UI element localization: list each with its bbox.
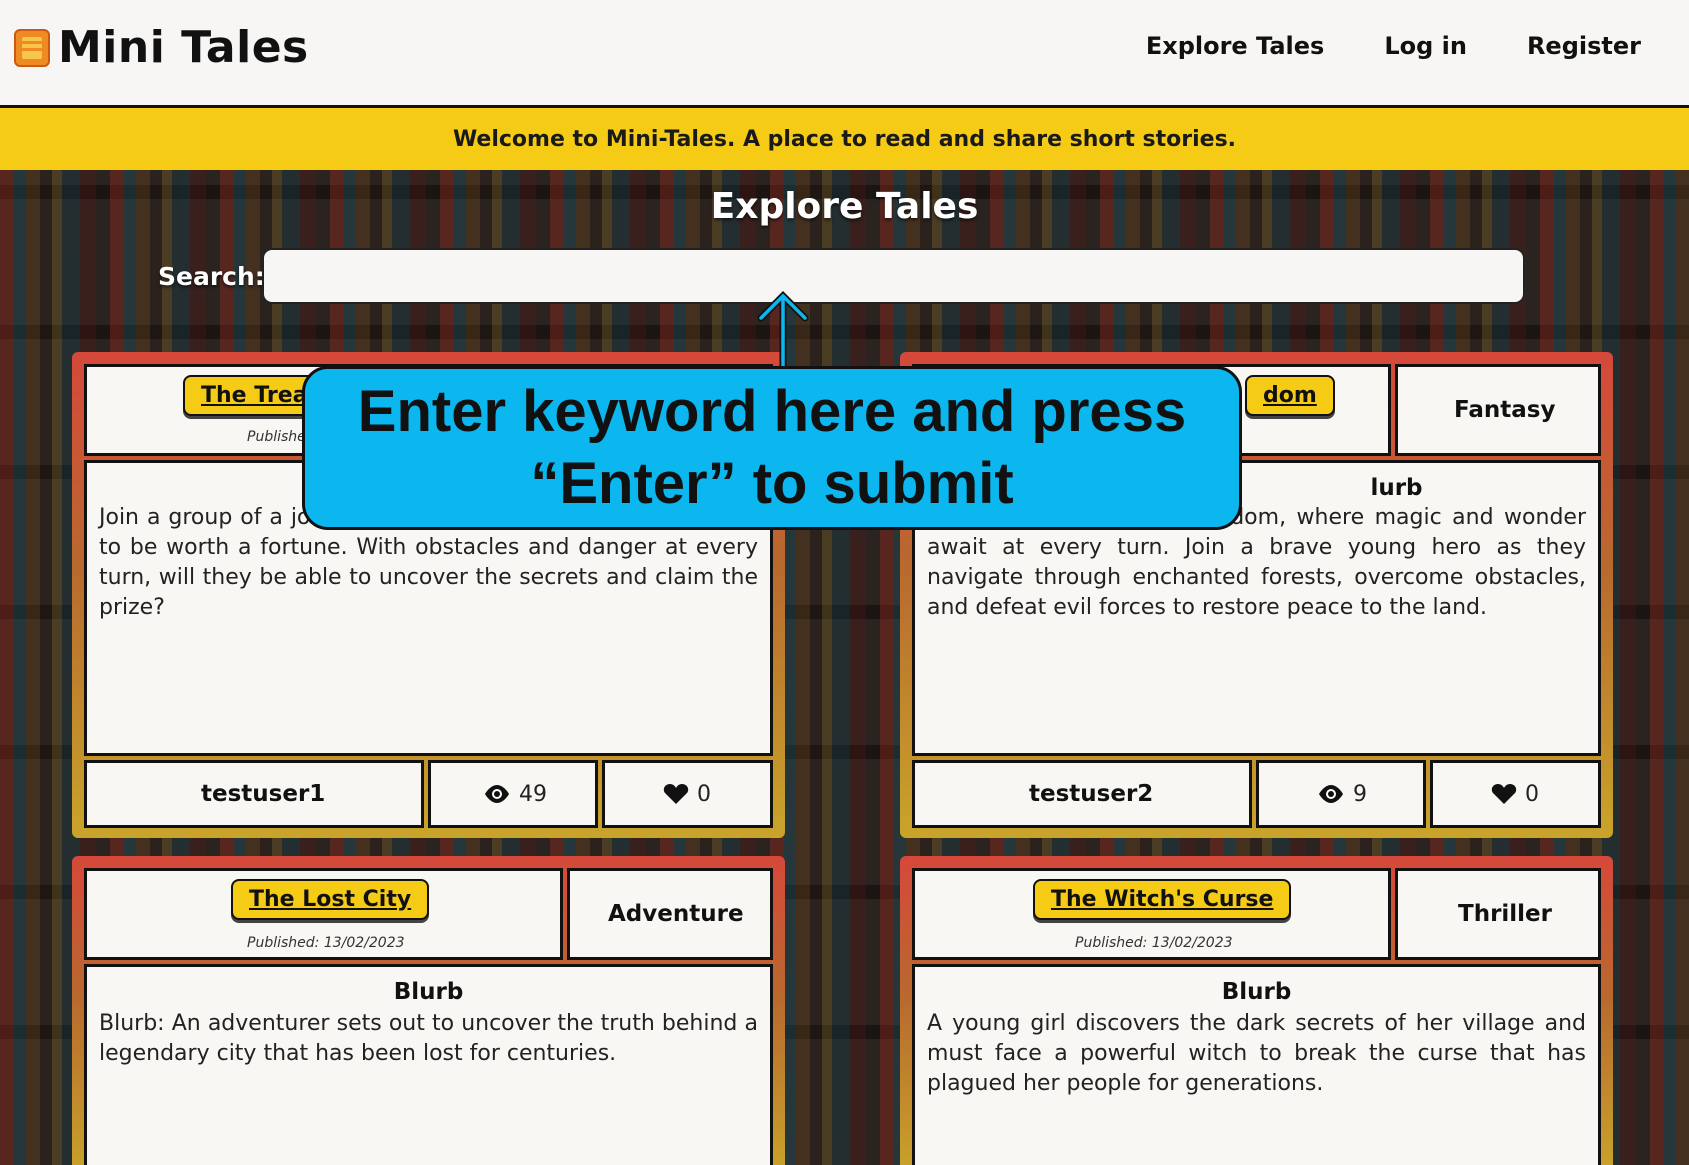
search-input[interactable] — [262, 248, 1525, 304]
published-date: Published: 13/02/2023 — [1075, 935, 1233, 951]
tale-card: The Witch's Curse Published: 13/02/2023 … — [900, 856, 1613, 1165]
instruction-callout: Enter keyword here and press “Enter” to … — [302, 366, 1242, 530]
author-name: testuser1 — [201, 781, 326, 807]
heart-icon — [1491, 784, 1517, 804]
views-count: 49 — [519, 782, 548, 807]
views-stat: 9 — [1317, 781, 1367, 807]
search-label: Search: — [158, 262, 265, 291]
nav-register[interactable]: Register — [1527, 32, 1641, 60]
nav-log-in[interactable]: Log in — [1384, 32, 1467, 60]
eye-icon — [1319, 785, 1343, 803]
author-name: testuser2 — [1029, 781, 1154, 807]
views-box: 49 — [428, 760, 598, 828]
views-count: 9 — [1353, 782, 1368, 807]
published-date: Publishe — [247, 429, 306, 445]
card-blurb-box: Blurb Blurb: An adventurer sets out to u… — [84, 964, 773, 1165]
card-genre-box: Fantasy — [1395, 364, 1601, 456]
tale-title-link[interactable]: The Witch's Curse — [1033, 879, 1292, 920]
blurb-heading: Blurb — [1221, 979, 1292, 1005]
genre-label: Adventure — [608, 901, 744, 927]
callout-line-2: “Enter” to submit — [530, 451, 1014, 516]
tale-title-link[interactable]: The Lost City — [231, 879, 430, 920]
likes-box[interactable]: 0 — [1430, 760, 1601, 828]
likes-stat: 0 — [663, 781, 711, 807]
likes-count: 0 — [697, 782, 712, 807]
card-genre-box: Adventure — [567, 868, 773, 960]
brand-name: Mini Tales — [58, 22, 309, 73]
eye-icon — [485, 785, 509, 803]
callout-line-1: Enter keyword here and press — [357, 379, 1187, 444]
published-date: Published: 13/02/2023 — [247, 935, 405, 951]
blurb-text: Blurb: An adventurer sets out to uncover… — [99, 1011, 758, 1066]
card-blurb-box: Blurb A young girl discovers the dark se… — [912, 964, 1601, 1165]
top-nav: Explore Tales Log in Register — [1146, 32, 1641, 60]
tale-card: The Lost City Published: 13/02/2023 Adve… — [72, 856, 785, 1165]
card-title-box: The Witch's Curse Published: 13/02/2023 — [912, 868, 1391, 960]
card-genre-box: Thriller — [1395, 868, 1601, 960]
book-icon — [14, 28, 50, 67]
genre-label: Fantasy — [1454, 397, 1556, 423]
site-header: Mini Tales Explore Tales Log in Register — [0, 0, 1689, 108]
blurb-heading: Blurb — [393, 979, 464, 1005]
nav-explore-tales[interactable]: Explore Tales — [1146, 32, 1325, 60]
tale-title-link[interactable]: dom — [1245, 375, 1335, 416]
views-stat: 49 — [483, 781, 547, 807]
welcome-banner: Welcome to Mini-Tales. A place to read a… — [0, 108, 1689, 170]
author-box[interactable]: testuser1 — [84, 760, 424, 828]
views-box: 9 — [1256, 760, 1426, 828]
blurb-text: A young girl discovers the dark secrets … — [927, 1011, 1586, 1096]
page-title: Explore Tales — [710, 186, 979, 227]
likes-stat: 0 — [1491, 781, 1539, 807]
callout-arrow — [757, 291, 809, 370]
brand-logo[interactable]: Mini Tales — [14, 22, 309, 73]
card-title-box: The Lost City Published: 13/02/2023 — [84, 868, 563, 960]
likes-count: 0 — [1525, 782, 1540, 807]
heart-icon — [663, 784, 689, 804]
author-box[interactable]: testuser2 — [912, 760, 1252, 828]
likes-box[interactable]: 0 — [602, 760, 773, 828]
genre-label: Thriller — [1458, 901, 1552, 927]
